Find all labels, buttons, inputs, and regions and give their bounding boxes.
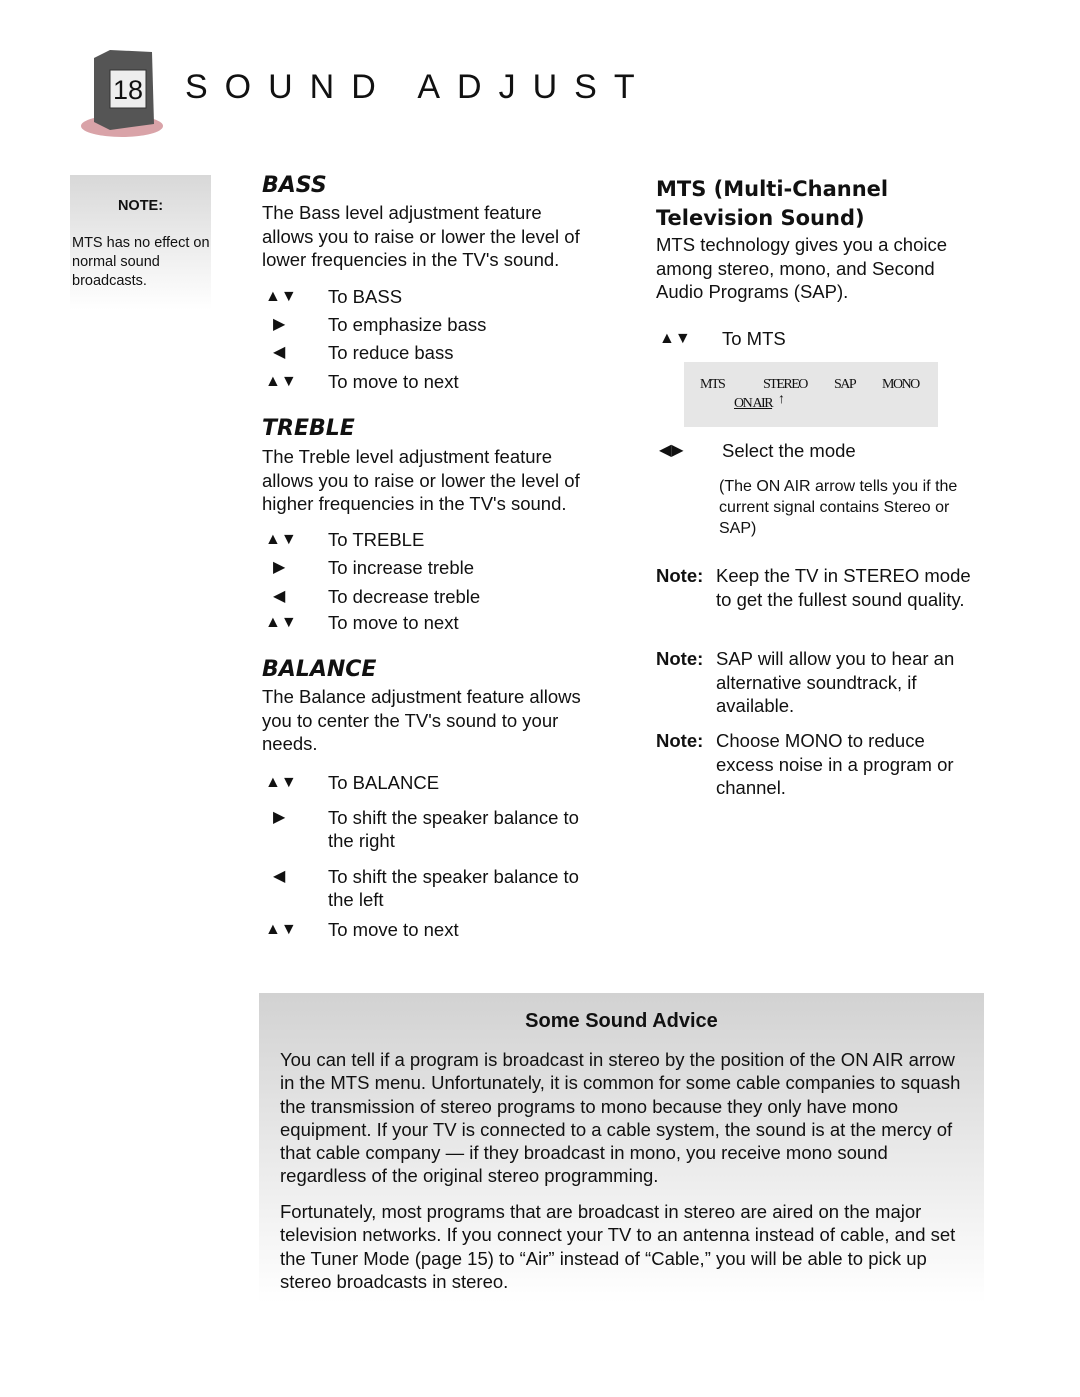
step-text: To BALANCE	[328, 772, 440, 793]
step-text: To emphasize bass	[328, 314, 487, 335]
treble-heading: TREBLE	[262, 416, 355, 441]
left-arrow-icon: ◀	[273, 868, 286, 885]
mts-menu: MTS STEREO SAP MONO ON AIR ↑	[684, 362, 938, 427]
menu-label: MTS	[700, 377, 726, 392]
right-arrow-icon: ▶	[273, 809, 286, 826]
mts-heading-2: Television Sound)	[656, 206, 865, 230]
step-text: To move to next	[328, 612, 459, 633]
mts-note-1: Note: Keep the TV in STEREO mode to get t…	[656, 564, 986, 611]
step-text: To move to next	[328, 371, 459, 392]
up-down-arrows-icon: ▲▼	[265, 531, 297, 548]
step-text: To shift the speaker balance to the left	[328, 866, 579, 910]
note-label: Note:	[656, 730, 704, 751]
balance-text: The Balance adjustment feature allows yo…	[262, 686, 581, 754]
step-text: To BASS	[328, 286, 403, 307]
up-down-arrows-icon: ▲▼	[659, 330, 691, 347]
up-down-arrows-icon: ▲▼	[265, 614, 297, 631]
balance-heading: BALANCE	[262, 657, 377, 682]
step-text: Select the mode	[722, 440, 856, 461]
left-right-arrows-icon: ◀▶	[659, 442, 684, 459]
up-down-arrows-icon: ▲▼	[265, 288, 297, 305]
up-down-arrows-icon: ▲▼	[265, 921, 297, 938]
advice-heading: Some Sound Advice	[525, 1010, 718, 1032]
advice-paragraph-2: Fortunately, most programs that are broa…	[280, 1201, 956, 1292]
side-note-text: MTS has no effect on normal sound broadc…	[72, 235, 210, 289]
tv-icon: 18	[81, 50, 163, 137]
bass-text: The Bass level adjustment feature allows…	[262, 202, 580, 270]
bass-heading: BASS	[262, 173, 327, 198]
note-text: Choose MONO to reduce excess noise in a …	[716, 730, 954, 798]
note-text: Keep the TV in STEREO mode to get the fu…	[716, 565, 971, 610]
sound-advice-box: Some Sound Advice You can tell if a prog…	[259, 993, 984, 1303]
menu-option-mono: MONO	[882, 377, 920, 392]
note-label: Note:	[656, 565, 704, 586]
svg-text:18: 18	[113, 75, 143, 105]
right-arrow-icon: ▶	[273, 316, 286, 333]
mts-note-3: Note: Choose MONO to reduce excess noise …	[656, 729, 986, 800]
up-down-arrows-icon: ▲▼	[265, 774, 297, 791]
left-arrow-icon: ◀	[273, 344, 286, 361]
note-label: Note:	[656, 648, 704, 669]
page-title: SOUND ADJUST	[185, 68, 652, 106]
advice-paragraph-1: You can tell if a program is broadcast i…	[280, 1049, 961, 1187]
up-arrow-icon: ↑	[778, 392, 785, 407]
mts-note-2: Note: SAP will allow you to hear an alter…	[656, 647, 986, 718]
step-text: To shift the speaker balance to the righ…	[328, 807, 579, 851]
step-text: To decrease treble	[328, 586, 481, 607]
step-text: To TREBLE	[328, 529, 425, 550]
menu-option-sap: SAP	[834, 377, 857, 392]
step-text: To reduce bass	[328, 342, 454, 363]
mts-heading-1: MTS (Multi-Channel	[656, 177, 889, 201]
left-arrow-icon: ◀	[273, 588, 286, 605]
menu-option-stereo: STEREO	[763, 377, 808, 392]
step-text: To MTS	[722, 328, 786, 349]
mts-text: MTS technology gives you a choice among …	[656, 234, 948, 302]
up-down-arrows-icon: ▲▼	[265, 373, 297, 390]
right-arrow-icon: ▶	[273, 559, 286, 576]
step-text: To move to next	[328, 919, 459, 940]
treble-text: The Treble level adjustment feature allo…	[262, 446, 580, 514]
step-text: To increase treble	[328, 557, 475, 578]
manual-page: 18 SOUND ADJUST NOTE: MTS has no effect …	[0, 0, 1080, 1397]
mts-step-note: (The ON AIR arrow tells you if the curre…	[719, 478, 958, 537]
side-note-label: NOTE:	[117, 198, 164, 214]
on-air-indicator: ON AIR	[734, 396, 774, 411]
side-note: NOTE: MTS has no effect on normal sound …	[70, 175, 211, 310]
note-text: SAP will allow you to hear an alternativ…	[716, 648, 955, 716]
